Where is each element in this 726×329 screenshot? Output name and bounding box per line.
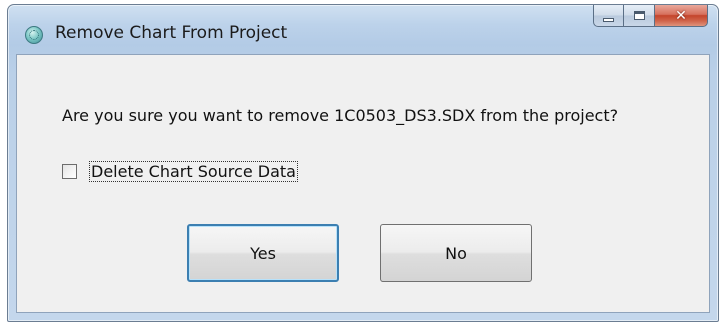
confirmation-message: Are you sure you want to remove 1C0503_D… <box>62 106 619 125</box>
minimize-icon <box>603 17 614 22</box>
maximize-icon <box>633 11 645 20</box>
maximize-button[interactable] <box>624 5 655 27</box>
caption-buttons: ✕ <box>593 5 708 28</box>
minimize-button[interactable] <box>593 5 624 27</box>
dialog-body: Are you sure you want to remove 1C0503_D… <box>16 54 710 313</box>
no-button[interactable]: No <box>380 224 532 282</box>
yes-button[interactable]: Yes <box>187 224 339 282</box>
delete-source-label[interactable]: Delete Chart Source Data <box>89 161 298 182</box>
chart-globe-icon <box>25 26 43 44</box>
close-button[interactable]: ✕ <box>655 5 708 27</box>
delete-source-option[interactable]: Delete Chart Source Data <box>62 161 298 182</box>
delete-source-checkbox[interactable] <box>62 164 77 179</box>
dialog-window: Remove Chart From Project ✕ Are you sure… <box>7 4 719 322</box>
close-icon: ✕ <box>675 7 687 24</box>
title-bar[interactable]: Remove Chart From Project ✕ <box>8 5 718 55</box>
window-title: Remove Chart From Project <box>55 23 288 43</box>
